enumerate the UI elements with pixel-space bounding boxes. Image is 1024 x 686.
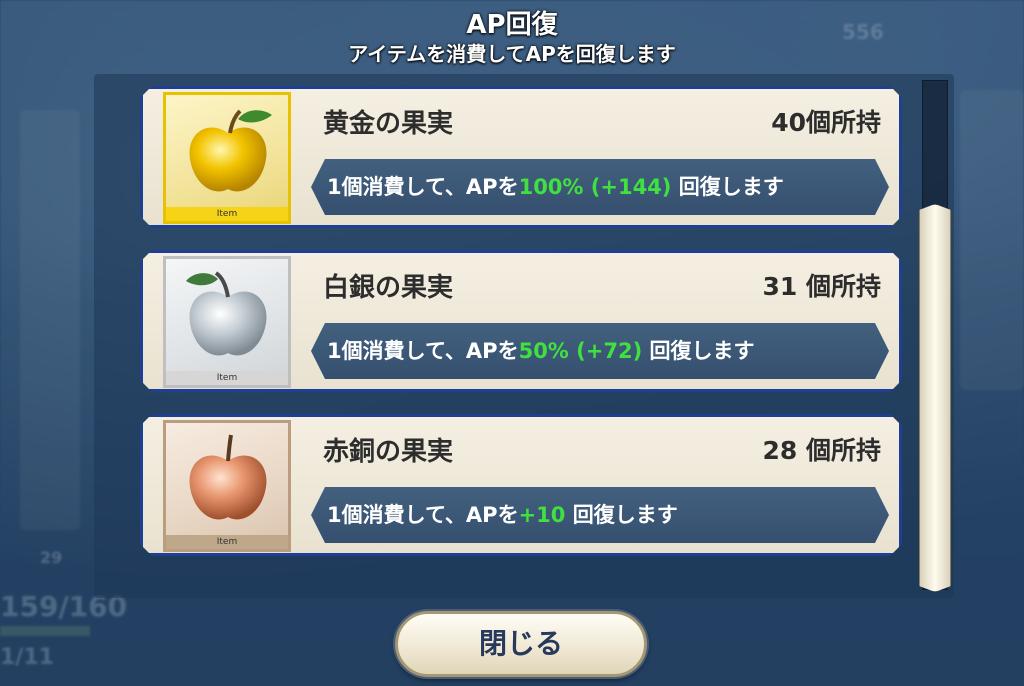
item-tag: Item <box>166 207 288 221</box>
item-tag: Item <box>166 371 288 385</box>
bronze-apple-icon <box>178 429 278 529</box>
scrollbar-thumb[interactable] <box>919 204 951 592</box>
item-description: 1個消費して、APを50% (+72) 回復します <box>311 323 889 379</box>
item-name: 黄金の果実 <box>323 109 454 139</box>
desc-prefix: 1個消費して、APを <box>327 175 519 199</box>
item-thumbnail: Item <box>163 92 291 224</box>
item-card-bronze-fruit[interactable]: Item 赤銅の果実 28 個所持 1個消費して、APを+10 回復します <box>140 414 902 556</box>
item-tag: Item <box>166 535 288 549</box>
item-name: 白銀の果実 <box>323 273 454 303</box>
dialog-title: AP回復 <box>466 10 558 40</box>
desc-suffix: 回復します <box>565 503 678 527</box>
item-thumbnail: Item <box>163 420 291 552</box>
desc-prefix: 1個消費して、APを <box>327 339 519 363</box>
desc-suffix: 回復します <box>671 175 784 199</box>
desc-prefix: 1個消費して、APを <box>327 503 519 527</box>
item-thumbnail: Item <box>163 256 291 388</box>
golden-apple-icon <box>178 101 278 201</box>
dialog-subtitle: アイテムを消費してAPを回復します <box>348 42 676 66</box>
item-card-silver-fruit[interactable]: Item 白銀の果実 31 個所持 1個消費して、APを50% (+72) 回復… <box>140 250 902 392</box>
item-description: 1個消費して、APを100% (+144) 回復します <box>311 159 889 215</box>
item-card-golden-fruit[interactable]: Item 黄金の果実 40個所持 1個消費して、APを100% (+144) 回… <box>140 86 902 228</box>
desc-recovery-amount: 100% (+144) <box>518 175 672 199</box>
item-description: 1個消費して、APを+10 回復します <box>311 487 889 543</box>
desc-recovery-amount: +10 <box>518 503 566 527</box>
silver-apple-icon <box>178 265 278 365</box>
item-name: 赤銅の果実 <box>323 437 454 467</box>
desc-suffix: 回復します <box>642 339 755 363</box>
desc-recovery-amount: 50% (+72) <box>518 339 643 363</box>
close-button[interactable]: 閉じる <box>395 611 647 677</box>
item-count: 31 個所持 <box>762 272 881 301</box>
item-count: 28 個所持 <box>762 436 881 465</box>
item-count: 40個所持 <box>771 108 881 137</box>
